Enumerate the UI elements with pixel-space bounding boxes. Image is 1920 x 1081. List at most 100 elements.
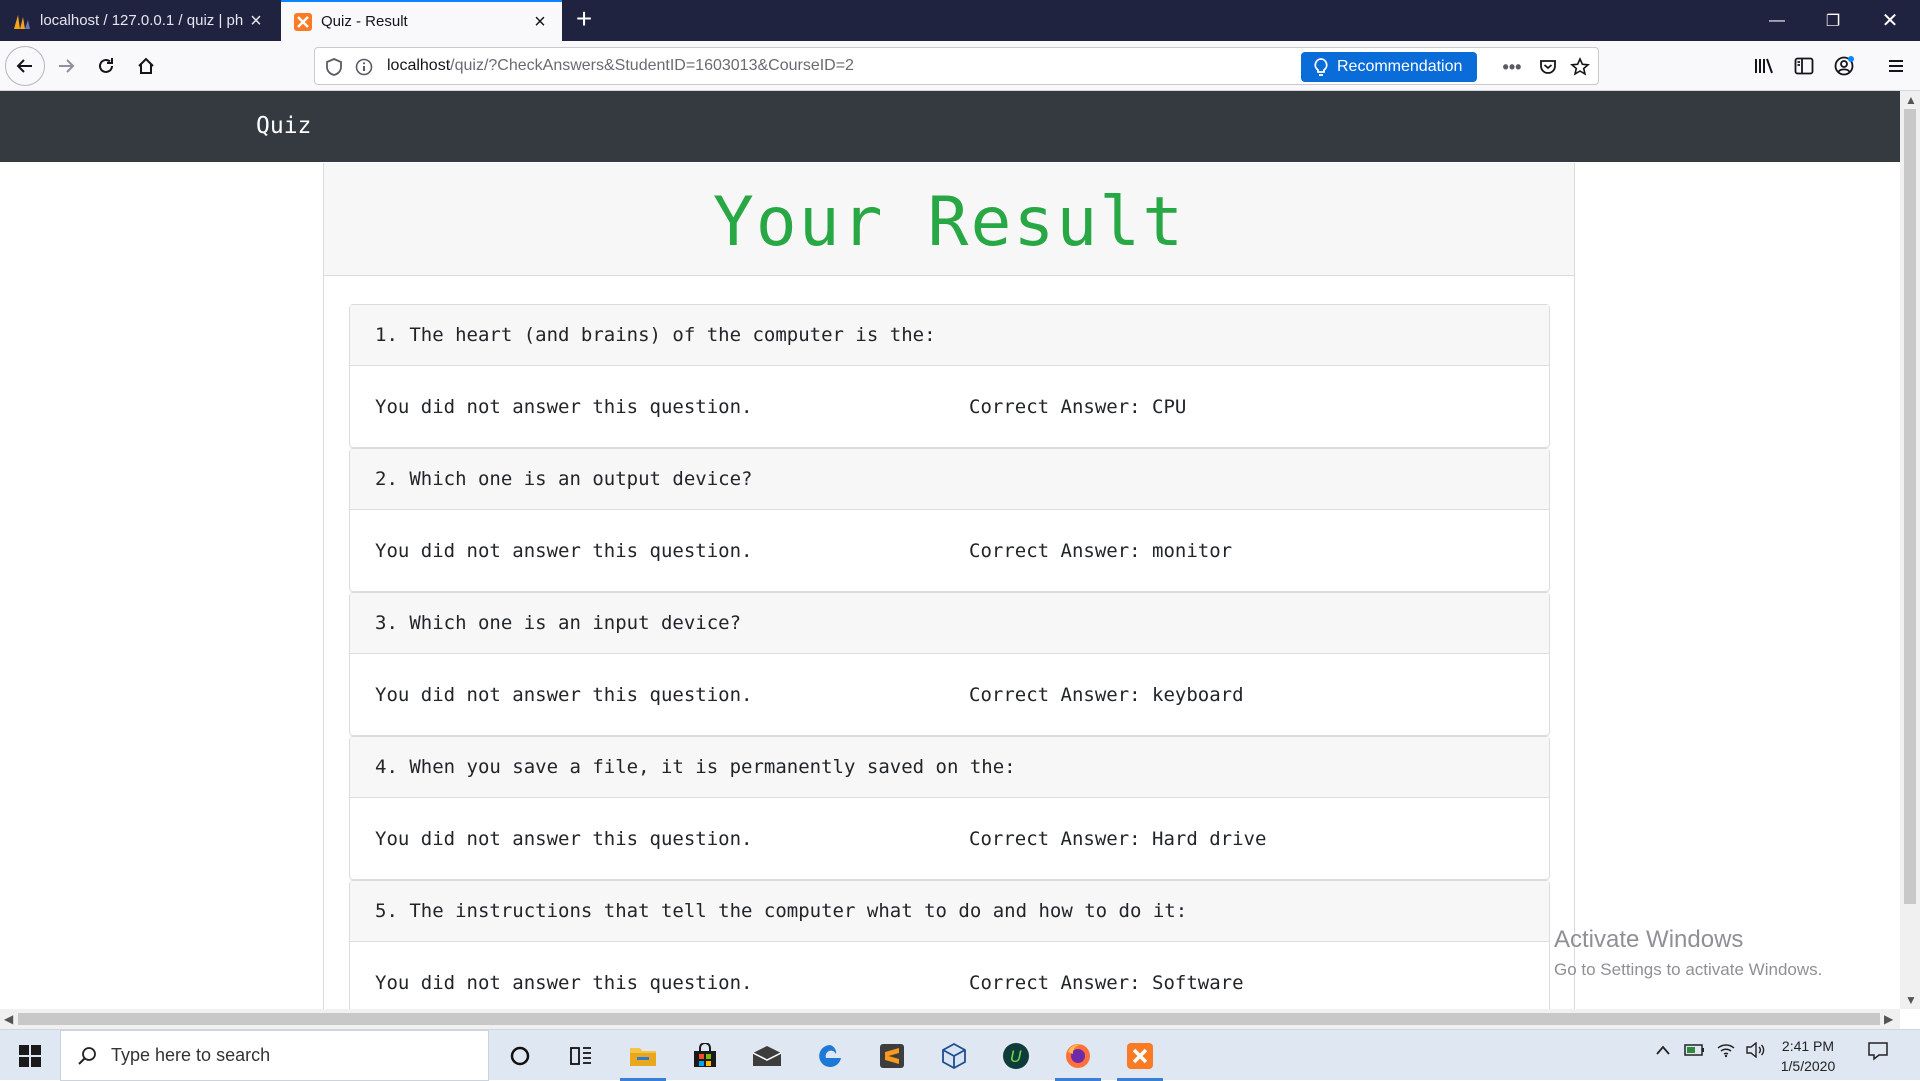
battery-icon[interactable] [1684, 1042, 1706, 1062]
upwork-icon[interactable]: U [991, 1036, 1041, 1076]
scroll-up-icon[interactable]: ▲ [1905, 93, 1917, 107]
task-view-icon[interactable] [556, 1036, 606, 1076]
minimize-button[interactable]: — [1749, 0, 1805, 41]
windows-logo-icon [19, 1044, 41, 1067]
answer-status: You did not answer this question. [375, 395, 753, 418]
home-button[interactable] [128, 48, 164, 84]
clock-date: 1/5/2020 [1780, 1058, 1836, 1074]
bookmark-star-icon[interactable] [1569, 56, 1591, 78]
answer-row: You did not answer this question. Correc… [350, 510, 1549, 591]
sidebar-icon [1794, 57, 1814, 75]
library-icon [1755, 58, 1773, 74]
search-placeholder: Type here to search [111, 1045, 271, 1065]
file-explorer-icon[interactable] [618, 1036, 668, 1081]
pocket-icon[interactable] [1537, 56, 1559, 78]
taskbar-search-box[interactable]: Type here to search [60, 1030, 489, 1081]
restore-button[interactable]: ❐ [1805, 0, 1861, 41]
result-card: Your Result 1. The heart (and brains) of… [323, 163, 1575, 1009]
back-arrow-icon [16, 59, 32, 73]
answer-status: You did not answer this question. [375, 539, 753, 562]
tab-title: localhost / 127.0.0.1 / quiz | ph [40, 12, 244, 29]
question-item: 2. Which one is an output device? You di… [349, 448, 1550, 592]
phpmyadmin-icon [12, 11, 32, 31]
site-navbar: Quiz [0, 91, 1900, 162]
browser-nav-bar: localhost/quiz/?CheckAnswers&StudentID=1… [0, 41, 1920, 91]
forward-arrow-icon [59, 59, 75, 73]
answer-row: You did not answer this question. Correc… [350, 942, 1549, 1009]
close-window-button[interactable]: ✕ [1862, 0, 1918, 41]
page-actions-icon[interactable]: ••• [1501, 56, 1523, 78]
scroll-right-icon[interactable]: ▶ [1884, 1012, 1893, 1026]
scroll-down-icon[interactable]: ▼ [1905, 993, 1917, 1007]
activate-windows-subtext: Go to Settings to activate Windows. [1554, 960, 1823, 979]
url-host: localhost [387, 57, 451, 74]
library-button[interactable] [1746, 48, 1782, 84]
account-icon [1834, 56, 1854, 76]
answer-status: You did not answer this question. [375, 827, 753, 850]
page-viewport: Quiz Your Result 1. The heart (and brain… [0, 91, 1900, 1009]
question-text: 1. The heart (and brains) of the compute… [350, 305, 1549, 366]
horizontal-scroll-thumb[interactable] [18, 1013, 1880, 1025]
edge-browser-icon[interactable] [805, 1036, 855, 1076]
tab-phpmyadmin[interactable]: localhost / 127.0.0.1 / quiz | ph × [0, 0, 278, 41]
navbar-brand[interactable]: Quiz [256, 113, 311, 139]
question-list: 1. The heart (and brains) of the compute… [349, 304, 1550, 1009]
vertical-scroll-thumb[interactable] [1904, 109, 1916, 904]
tab-quiz-result[interactable]: Quiz - Result × [281, 0, 562, 41]
url-text: localhost/quiz/?CheckAnswers&StudentID=1… [387, 57, 854, 75]
start-button[interactable] [0, 1030, 60, 1081]
correct-answer: Correct Answer: keyboard [969, 683, 1244, 706]
question-item: 4. When you save a file, it is permanent… [349, 736, 1550, 880]
menu-button[interactable] [1878, 48, 1914, 84]
virtualbox-icon[interactable] [929, 1036, 979, 1076]
page-title: Your Result [712, 183, 1186, 262]
correct-answer: Correct Answer: Software [969, 971, 1244, 994]
address-bar[interactable]: localhost/quiz/?CheckAnswers&StudentID=1… [314, 47, 1599, 85]
firefox-icon[interactable] [1053, 1036, 1103, 1081]
answer-status: You did not answer this question. [375, 971, 753, 994]
reload-icon [99, 58, 113, 73]
forward-button[interactable] [48, 48, 84, 84]
sidebar-button[interactable] [1786, 48, 1822, 84]
system-clock[interactable]: 2:41 PM 1/5/2020 [1763, 1036, 1853, 1076]
question-item: 5. The instructions that tell the comput… [349, 880, 1550, 1009]
activate-windows-watermark: Activate Windows [1554, 926, 1744, 953]
home-icon [138, 57, 154, 74]
answer-row: You did not answer this question. Correc… [350, 798, 1549, 879]
scroll-left-icon[interactable]: ◀ [4, 1012, 13, 1026]
correct-answer: Correct Answer: monitor [969, 539, 1233, 562]
question-item: 3. Which one is an input device? You did… [349, 592, 1550, 736]
cortana-icon[interactable] [495, 1036, 545, 1076]
question-text: 2. Which one is an output device? [350, 449, 1549, 510]
question-text: 3. Which one is an input device? [350, 593, 1549, 654]
question-item: 1. The heart (and brains) of the compute… [349, 304, 1550, 448]
windows-taskbar: Type here to search U 2:41 PM 1/5/2020 [0, 1029, 1920, 1081]
tracking-shield-icon[interactable] [323, 56, 345, 78]
wifi-icon[interactable] [1716, 1042, 1736, 1062]
clock-time: 2:41 PM [1781, 1038, 1835, 1054]
new-tab-button[interactable]: + [568, 4, 600, 36]
xampp-icon [293, 12, 313, 32]
mail-icon[interactable] [742, 1036, 792, 1076]
hamburger-menu-icon [1889, 60, 1903, 72]
answer-row: You did not answer this question. Correc… [350, 654, 1549, 735]
answer-row: You did not answer this question. Correc… [350, 366, 1549, 447]
close-tab-icon[interactable]: × [530, 12, 550, 32]
close-tab-icon[interactable]: × [246, 11, 266, 31]
xampp-control-icon[interactable] [1115, 1036, 1165, 1081]
tab-title: Quiz - Result [321, 13, 408, 30]
recommendation-button[interactable]: Recommendation [1301, 52, 1477, 82]
question-text: 4. When you save a file, it is permanent… [350, 737, 1549, 798]
correct-answer: Correct Answer: CPU [969, 395, 1187, 418]
microsoft-store-icon[interactable] [680, 1036, 730, 1076]
back-button[interactable] [5, 46, 45, 86]
show-hidden-icons[interactable] [1655, 1043, 1671, 1060]
sublime-text-icon[interactable] [867, 1036, 917, 1076]
vertical-scrollbar[interactable]: ▲ ▼ [1900, 91, 1920, 1009]
answer-status: You did not answer this question. [375, 683, 753, 706]
reload-button[interactable] [88, 48, 124, 84]
account-button[interactable] [1826, 48, 1862, 84]
horizontal-scrollbar[interactable]: ◀ ▶ [0, 1009, 1900, 1029]
action-center-icon[interactable] [1867, 1041, 1889, 1065]
site-info-icon[interactable] [353, 56, 375, 78]
